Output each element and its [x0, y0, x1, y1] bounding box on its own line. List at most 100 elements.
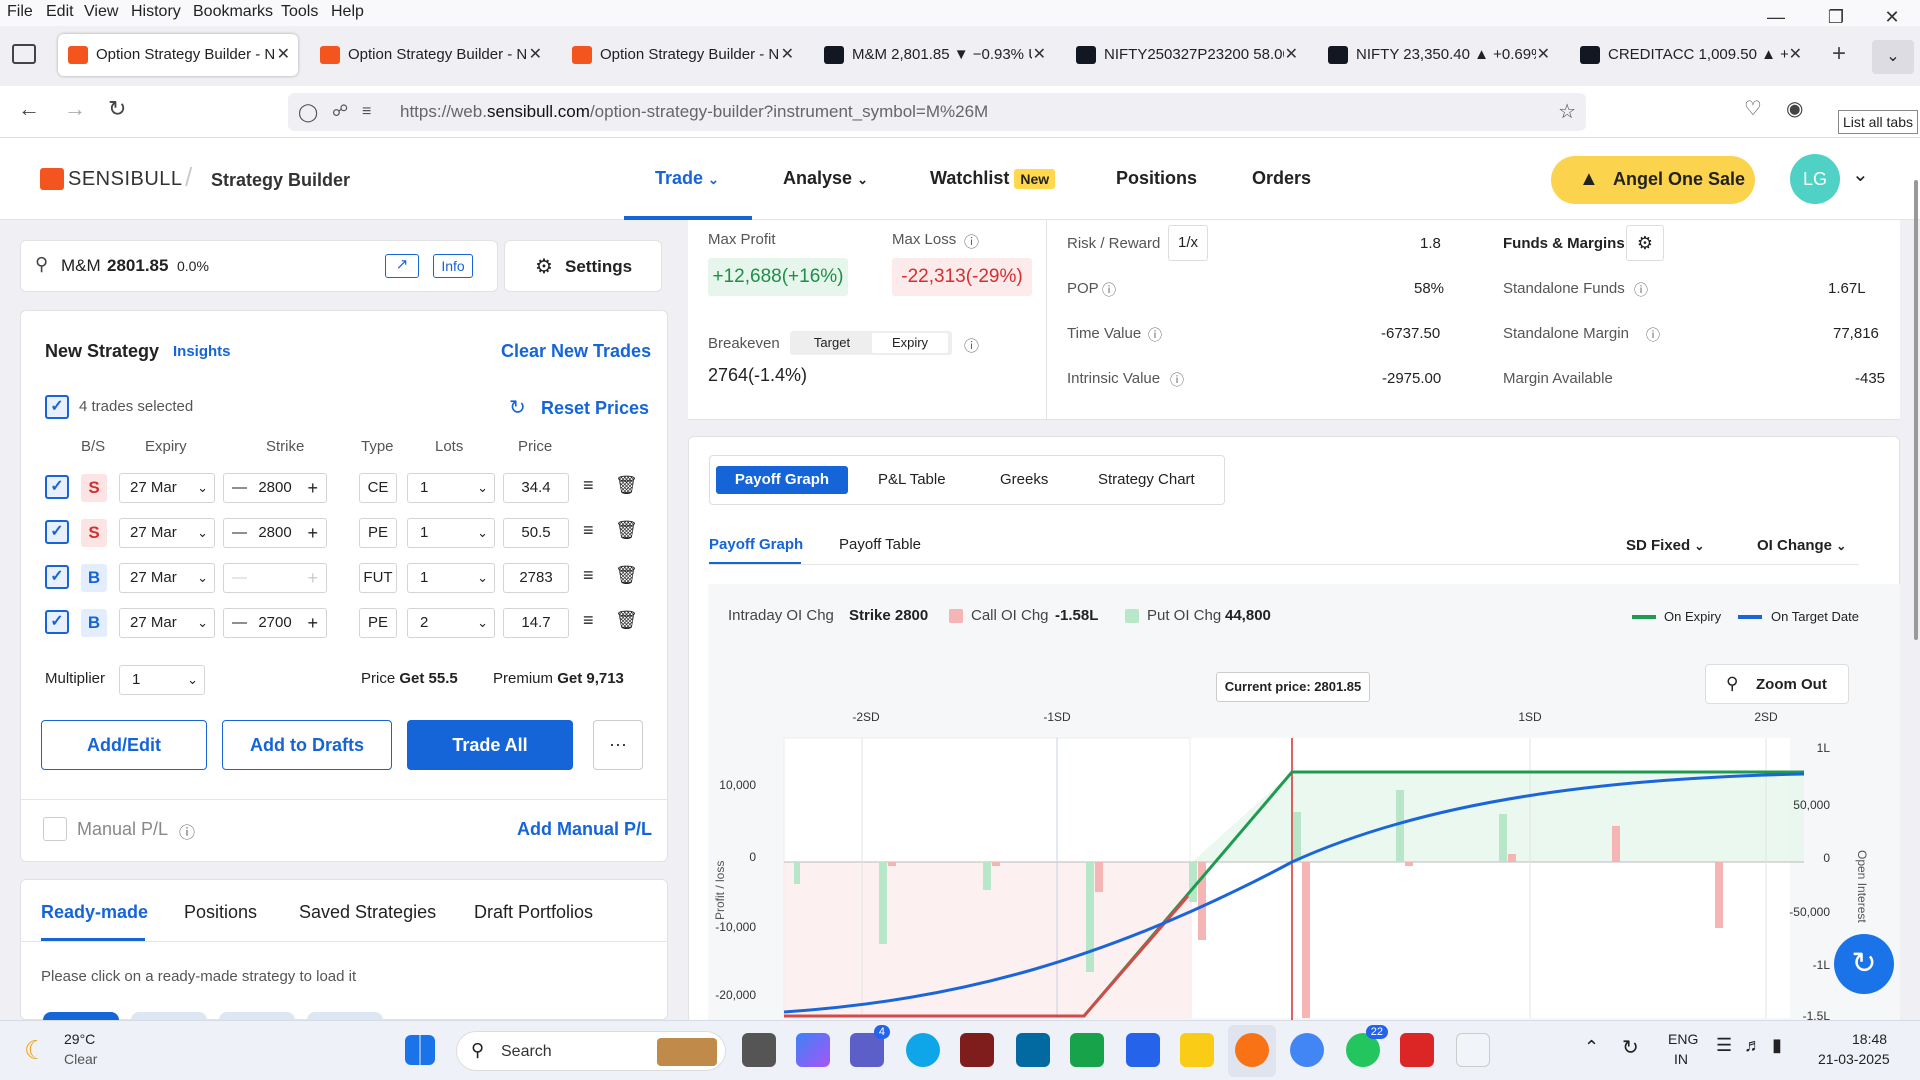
expiry-select[interactable]: 27 Mar ⌄: [119, 563, 215, 593]
sync-icon[interactable]: ↻: [1622, 1035, 1639, 1060]
strike-stepper[interactable]: — 2800 +: [223, 473, 327, 503]
weather-icon[interactable]: ☾: [24, 1035, 47, 1066]
menu-tools[interactable]: Tools: [281, 3, 318, 21]
menu-lines-icon[interactable]: ≡: [583, 520, 594, 541]
bs-toggle[interactable]: B: [81, 564, 107, 592]
tab-close-icon[interactable]: ✕: [529, 34, 542, 76]
gear-icon[interactable]: ⚙: [1626, 225, 1664, 261]
tab-payoff-graph[interactable]: Payoff Graph: [716, 466, 848, 494]
tab-overview-icon[interactable]: [12, 44, 36, 64]
select-all-checkbox[interactable]: ✓: [45, 395, 69, 419]
tab-5[interactable]: NIFTY250327P23200 58.00 ✕: [1066, 34, 1306, 76]
tab-pl-table[interactable]: P&L Table: [878, 471, 946, 488]
target-toggle[interactable]: Target: [794, 333, 870, 353]
trash-icon[interactable]: 🗑: [615, 520, 638, 541]
trade-checkbox[interactable]: ✓: [45, 520, 69, 544]
instrument-search[interactable]: ⚲ M&M 2801.85 0.0% ↗ Info: [20, 240, 498, 292]
reload-icon[interactable]: ↻: [108, 96, 126, 122]
file-explorer-icon[interactable]: [1180, 1033, 1214, 1067]
tab-close-icon[interactable]: ✕: [1537, 34, 1550, 76]
menu-lines-icon[interactable]: ≡: [583, 565, 594, 586]
back-icon[interactable]: ←: [18, 96, 40, 122]
help-icon[interactable]: ⓘ: [964, 231, 979, 252]
nav-trade[interactable]: Trade ⌄: [655, 168, 719, 189]
add-edit-button[interactable]: Add/Edit: [41, 720, 207, 770]
subtab-payoff-table[interactable]: Payoff Table: [839, 536, 921, 553]
help-icon[interactable]: ⓘ: [1646, 325, 1660, 345]
expiry-select[interactable]: 27 Mar ⌄: [119, 473, 215, 503]
nav-watchlist[interactable]: Watchlist New: [930, 168, 1056, 189]
taskbar-search[interactable]: ⚲ Search: [456, 1031, 726, 1071]
sd-fixed-dropdown[interactable]: SD Fixed ⌄: [1626, 537, 1704, 554]
edge-icon[interactable]: [906, 1033, 940, 1067]
tab-close-icon[interactable]: ✕: [277, 34, 290, 76]
expiry-select[interactable]: 27 Mar ⌄: [119, 518, 215, 548]
xbox-icon[interactable]: [1070, 1033, 1104, 1067]
insights-link[interactable]: Insights: [173, 343, 231, 360]
tab-ready-made[interactable]: Ready-made: [41, 902, 148, 923]
bs-toggle[interactable]: S: [81, 474, 107, 502]
tab-3[interactable]: Option Strategy Builder - N ✕: [562, 34, 802, 76]
snipping-tool-icon[interactable]: [1456, 1033, 1490, 1067]
forward-icon[interactable]: →: [64, 96, 86, 122]
pdf-reader-icon[interactable]: [1400, 1033, 1434, 1067]
trade-all-button[interactable]: Trade All: [407, 720, 573, 770]
bs-toggle[interactable]: B: [81, 609, 107, 637]
copilot-icon[interactable]: [796, 1033, 830, 1067]
decrement-icon[interactable]: —: [232, 474, 247, 502]
menu-edit[interactable]: Edit: [46, 3, 74, 21]
outlook-icon[interactable]: [1016, 1033, 1050, 1067]
whatsapp-icon[interactable]: 22: [1346, 1025, 1388, 1067]
increment-icon[interactable]: +: [307, 609, 318, 637]
trash-icon[interactable]: 🗑: [615, 565, 638, 586]
language-eng[interactable]: ENG: [1668, 1031, 1698, 1047]
add-to-drafts-button[interactable]: Add to Drafts: [222, 720, 392, 770]
trash-icon[interactable]: 🗑: [615, 610, 638, 631]
chrome-icon[interactable]: [1290, 1033, 1324, 1067]
bs-toggle[interactable]: S: [81, 519, 107, 547]
nav-analyse[interactable]: Analyse ⌄: [783, 168, 868, 189]
trash-icon[interactable]: 🗑: [615, 475, 638, 496]
info-button[interactable]: Info: [433, 254, 473, 278]
nav-positions[interactable]: Positions: [1116, 168, 1197, 189]
battery-icon[interactable]: ▮: [1772, 1035, 1782, 1056]
language-in[interactable]: IN: [1674, 1051, 1688, 1067]
add-manual-pl-link[interactable]: Add Manual P/L: [517, 819, 652, 840]
expiry-select[interactable]: 27 Mar ⌄: [119, 608, 215, 638]
decrement-icon[interactable]: —: [232, 609, 247, 637]
reset-icon[interactable]: ↻: [509, 395, 526, 420]
oi-change-dropdown[interactable]: OI Change ⌄: [1757, 537, 1846, 554]
price-input[interactable]: 34.4: [503, 473, 569, 503]
strike-stepper[interactable]: — 2800 +: [223, 518, 327, 548]
refresh-fab-icon[interactable]: ↻: [1834, 934, 1894, 994]
app-icon[interactable]: [960, 1033, 994, 1067]
clear-new-trades-link[interactable]: Clear New Trades: [501, 341, 651, 362]
chevron-up-icon[interactable]: ⌃: [1584, 1037, 1599, 1058]
account-icon[interactable]: ◉: [1786, 96, 1803, 121]
lots-select[interactable]: 1 ⌄: [407, 473, 495, 503]
tab-close-icon[interactable]: ✕: [781, 34, 794, 76]
help-icon[interactable]: ⓘ: [964, 335, 979, 356]
price-input[interactable]: 2783: [503, 563, 569, 593]
help-icon[interactable]: ⓘ: [1170, 370, 1184, 390]
new-tab-icon[interactable]: +: [1832, 40, 1846, 68]
url-bar[interactable]: ◯ ☍ ≡ https://web.sensibull.com/option-s…: [288, 93, 1586, 131]
lock-icon[interactable]: ☍: [332, 93, 348, 131]
start-icon[interactable]: [405, 1035, 435, 1065]
reset-prices-link[interactable]: Reset Prices: [541, 398, 649, 419]
nav-orders[interactable]: Orders: [1252, 168, 1311, 189]
menu-file[interactable]: File: [7, 3, 33, 21]
trade-checkbox[interactable]: ✓: [45, 475, 69, 499]
menu-view[interactable]: View: [84, 3, 118, 21]
tab-draft-portfolios[interactable]: Draft Portfolios: [474, 902, 593, 923]
firefox-icon[interactable]: [1235, 1033, 1269, 1067]
menu-history[interactable]: History: [131, 3, 181, 21]
teams-icon[interactable]: 4: [850, 1025, 890, 1067]
expiry-toggle[interactable]: Expiry: [872, 333, 948, 353]
manual-pl-checkbox[interactable]: [43, 817, 67, 841]
settings-button[interactable]: ⚙ Settings: [504, 240, 662, 292]
menu-lines-icon[interactable]: ≡: [583, 475, 594, 496]
angel-one-sale-button[interactable]: ▲ Angel One Sale: [1551, 156, 1755, 204]
trade-checkbox[interactable]: ✓: [45, 565, 69, 589]
volume-icon[interactable]: ♬: [1744, 1035, 1762, 1056]
